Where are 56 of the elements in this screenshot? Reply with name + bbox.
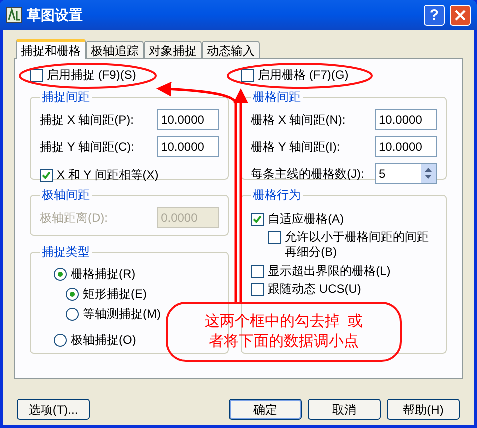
- tab[interactable]: 动态输入: [202, 41, 260, 58]
- radio-label: 极轴捕捉(O): [71, 332, 136, 349]
- check-icon: [42, 171, 51, 180]
- app-icon: [6, 7, 22, 23]
- checkbox[interactable]: [251, 283, 264, 296]
- tab[interactable]: 捕捉和栅格: [16, 39, 86, 59]
- group-title: 极轴间距: [41, 187, 91, 204]
- input-field[interactable]: 10.0000: [157, 136, 220, 157]
- tab[interactable]: 极轴追踪: [86, 41, 144, 58]
- group-title: 栅格间距: [252, 89, 302, 106]
- field-label: 栅格 Y 轴间距(I):: [251, 138, 340, 156]
- input-field[interactable]: 10.0000: [157, 109, 220, 130]
- spin-field[interactable]: 5: [375, 163, 437, 184]
- window-title: 草图设置: [27, 6, 84, 24]
- radio-label: 等轴测捕捉(M): [83, 306, 161, 323]
- field-value: 5: [378, 166, 386, 182]
- field-label: 每条主线的栅格数(J):: [251, 166, 364, 182]
- group-title: 捕捉类型: [41, 244, 91, 261]
- input-field[interactable]: 10.0000: [375, 136, 437, 157]
- field-label: 栅格 X 轴间距(N):: [251, 112, 346, 128]
- checkbox[interactable]: [268, 231, 282, 244]
- checkbox-label: 跟随动态 UCS(U): [268, 282, 362, 297]
- radio-button[interactable]: [66, 288, 79, 300]
- radio-button[interactable]: [66, 308, 79, 320]
- dialog-button[interactable]: 选项(T)...: [17, 399, 90, 420]
- check-icon: [253, 215, 262, 224]
- field-label: 极轴距离(D):: [40, 210, 108, 226]
- group-title: 栅格行为: [252, 187, 302, 204]
- radio-label: 栅格捕捉(R): [71, 266, 136, 283]
- annotation-text: 这两个框中的勾去掉 或 者将下面的数据调小点: [204, 312, 364, 352]
- input-field[interactable]: 10.0000: [375, 109, 437, 130]
- checkbox-label: 启用捕捉 (F9)(S): [47, 68, 136, 83]
- radio-button[interactable]: [54, 334, 67, 346]
- checkbox[interactable]: [40, 169, 53, 182]
- checkbox-label: 允许以小于栅格间距的间距再细分(B): [285, 230, 430, 260]
- close-button[interactable]: [450, 4, 471, 26]
- field-label: 捕捉 Y 轴间距(C):: [40, 138, 134, 156]
- checkbox-label: X 和 Y 间距相等(X): [57, 168, 159, 183]
- checkbox[interactable]: [30, 69, 43, 82]
- dialog-button[interactable]: 取消: [308, 399, 381, 420]
- close-icon: [455, 10, 466, 20]
- help-button[interactable]: ?: [424, 4, 445, 26]
- dialog-button[interactable]: 确定: [229, 399, 302, 420]
- checkbox[interactable]: [251, 265, 264, 278]
- checkbox[interactable]: [251, 213, 264, 226]
- dialog-button[interactable]: 帮助(H): [387, 399, 460, 420]
- radio-button[interactable]: [54, 268, 67, 280]
- group-title: 捕捉间距: [41, 89, 91, 106]
- checkbox[interactable]: [241, 69, 254, 82]
- checkbox-label: 启用栅格 (F7)(G): [258, 68, 349, 83]
- checkbox-label: 自适应栅格(A): [268, 212, 344, 227]
- tab[interactable]: 对象捕捉: [144, 41, 202, 58]
- radio-label: 矩形捕捉(E): [83, 286, 147, 303]
- checkbox-label: 显示超出界限的栅格(L): [268, 264, 391, 279]
- spin-arrows-icon[interactable]: [421, 164, 436, 183]
- field-label: 捕捉 X 轴间距(P):: [40, 112, 134, 128]
